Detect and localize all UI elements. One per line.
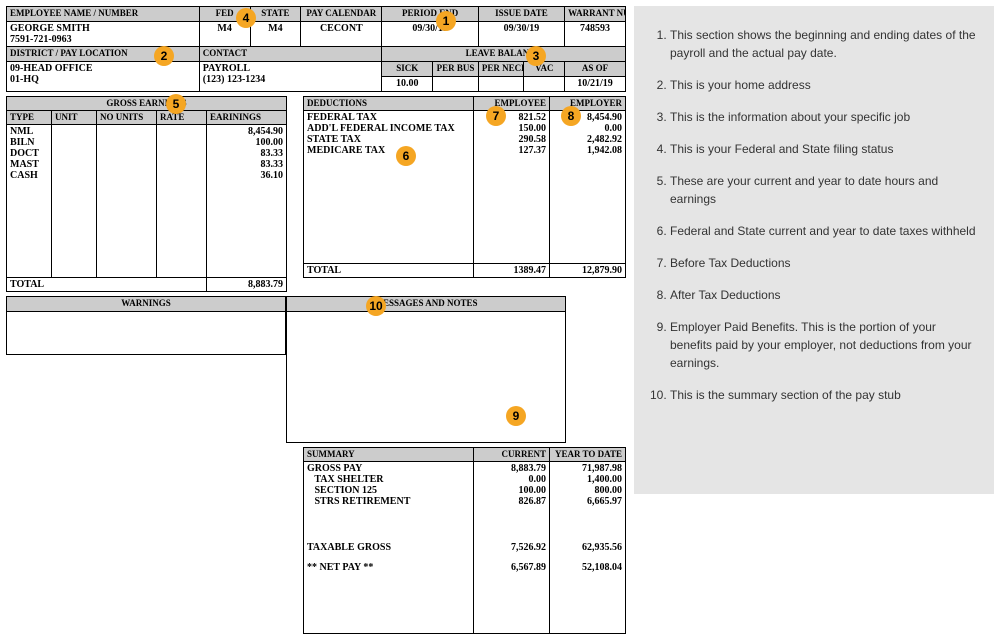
ded-emp-vals: 821.52 150.00 290.58 127.37: [474, 111, 550, 264]
legend-panel: This section shows the beginning and end…: [634, 6, 994, 494]
paycal: CECONT: [301, 22, 382, 47]
messages-body: [287, 312, 566, 443]
ded-title: DEDUCTIONS: [304, 97, 474, 111]
legend-item: After Tax Deductions: [670, 286, 978, 304]
legend-item: Employer Paid Benefits. This is the port…: [670, 318, 978, 372]
badge-4-icon: 4: [236, 8, 256, 28]
earnings-title: GROSS EARNINGS: [7, 97, 287, 111]
earnings-types: NML BILN DOCT MAST CASH: [7, 125, 52, 278]
summary-ytd-vals: 71,987.981,400.00800.006,665.97: [550, 462, 626, 535]
legend-item: This section shows the beginning and end…: [670, 26, 978, 62]
badge-3-icon: 3: [526, 46, 546, 66]
earnings-nounits: [97, 125, 157, 278]
legend-item: Before Tax Deductions: [670, 254, 978, 272]
taxable-cur: 7,526.92: [474, 534, 550, 554]
warnings-table: WARNINGS: [6, 296, 286, 355]
summary-table: SUMMARY CURRENT YEAR TO DATE GROSS PAY T…: [303, 447, 626, 634]
lbl-sick: SICK: [382, 62, 433, 77]
ded-total-emp: 1389.47: [474, 264, 550, 278]
legend-item: This is your home address: [670, 76, 978, 94]
taxable-label: TAXABLE GROSS: [304, 534, 474, 554]
badge-5-icon: 5: [166, 94, 186, 114]
contact: PAYROLL(123) 123-1234: [199, 62, 382, 92]
period: 09/30/19: [382, 22, 478, 47]
lbl-perneces: PER NECES: [478, 62, 524, 77]
summary-title: SUMMARY: [304, 448, 474, 462]
warrant: 748593: [565, 22, 626, 47]
lbl-perbus: PER BUS: [433, 62, 479, 77]
lbl-name: EMPLOYEE NAME / NUMBER: [7, 7, 200, 22]
badge-1-icon: 1: [436, 11, 456, 31]
asof: 10/21/19: [565, 77, 626, 92]
legend-item: This is the information about your speci…: [670, 108, 978, 126]
summary-ytd: YEAR TO DATE: [550, 448, 626, 462]
state: M4: [250, 22, 301, 47]
lbl-issue: ISSUE DATE: [478, 7, 564, 22]
messages-title: MESSAGES AND NOTES: [287, 297, 566, 312]
district: 09-HEAD OFFICE01-HQ: [7, 62, 200, 92]
vac: [524, 77, 565, 92]
ded-names: FEDERAL TAX ADD'L FEDERAL INCOME TAX STA…: [304, 111, 474, 264]
earnings-total: 8,883.79: [207, 278, 287, 292]
warnings-title: WARNINGS: [7, 297, 286, 312]
perbus: [433, 77, 479, 92]
earnings-table: GROSS EARNINGS TYPE UNIT NO UNITS RATE E…: [6, 96, 287, 292]
col-rate: RATE: [157, 111, 207, 125]
badge-10-icon: 10: [366, 296, 386, 316]
lbl-period: PERIOD END: [382, 7, 478, 22]
net-ytd: 52,108.04: [550, 554, 626, 634]
net-cur: 6,567.89: [474, 554, 550, 634]
col-type: TYPE: [7, 111, 52, 125]
legend-item: These are your current and year to date …: [670, 172, 978, 208]
summary-cur: CURRENT: [474, 448, 550, 462]
lbl-paycal: PAY CALENDAR: [301, 7, 382, 22]
lbl-contact: CONTACT: [199, 47, 382, 62]
summary-cur-vals: 8,883.790.00100.00826.87: [474, 462, 550, 535]
badge-6-icon: 6: [396, 146, 416, 166]
badge-7-icon: 7: [486, 106, 506, 126]
col-nounits: NO UNITS: [97, 111, 157, 125]
sick: 10.00: [382, 77, 433, 92]
issue: 09/30/19: [478, 22, 564, 47]
legend-item: This is your Federal and State filing st…: [670, 140, 978, 158]
lbl-warrant: WARRANT NUMBER: [565, 7, 626, 22]
warnings-body: [7, 312, 286, 355]
lbl-leave: LEAVE BALANCE: [382, 47, 626, 62]
legend-item: Federal and State current and year to da…: [670, 222, 978, 240]
ded-total-empr: 12,879.90: [550, 264, 626, 278]
col-unit: UNIT: [52, 111, 97, 125]
employee-name: GEORGE SMITH7591-721-0963: [7, 22, 200, 47]
col-earn: EARININGS: [207, 111, 287, 125]
earnings-values: 8,454.90 100.00 83.33 83.33 36.10: [207, 125, 287, 278]
perneces: [478, 77, 524, 92]
ded-empr-vals: 8,454.90 0.00 2,482.92 1,942.08: [550, 111, 626, 264]
legend-item: This is the summary section of the pay s…: [670, 386, 978, 404]
summary-names: GROSS PAY TAX SHELTER SECTION 125 STRS R…: [304, 462, 474, 535]
lbl-asof: AS OF: [565, 62, 626, 77]
taxable-ytd: 62,935.56: [550, 534, 626, 554]
earnings-total-label: TOTAL: [7, 278, 207, 292]
badge-2-icon: 2: [154, 46, 174, 66]
badge-9-icon: 9: [506, 406, 526, 426]
earnings-rates: [157, 125, 207, 278]
ded-total-label: TOTAL: [304, 264, 474, 278]
ded-emp: EMPLOYEE: [474, 97, 550, 111]
badge-8-icon: 8: [561, 106, 581, 126]
lbl-state: STATE: [250, 7, 301, 22]
ded-empr: EMPLOYER: [550, 97, 626, 111]
earnings-unit: [52, 125, 97, 278]
net-label: ** NET PAY **: [304, 554, 474, 634]
